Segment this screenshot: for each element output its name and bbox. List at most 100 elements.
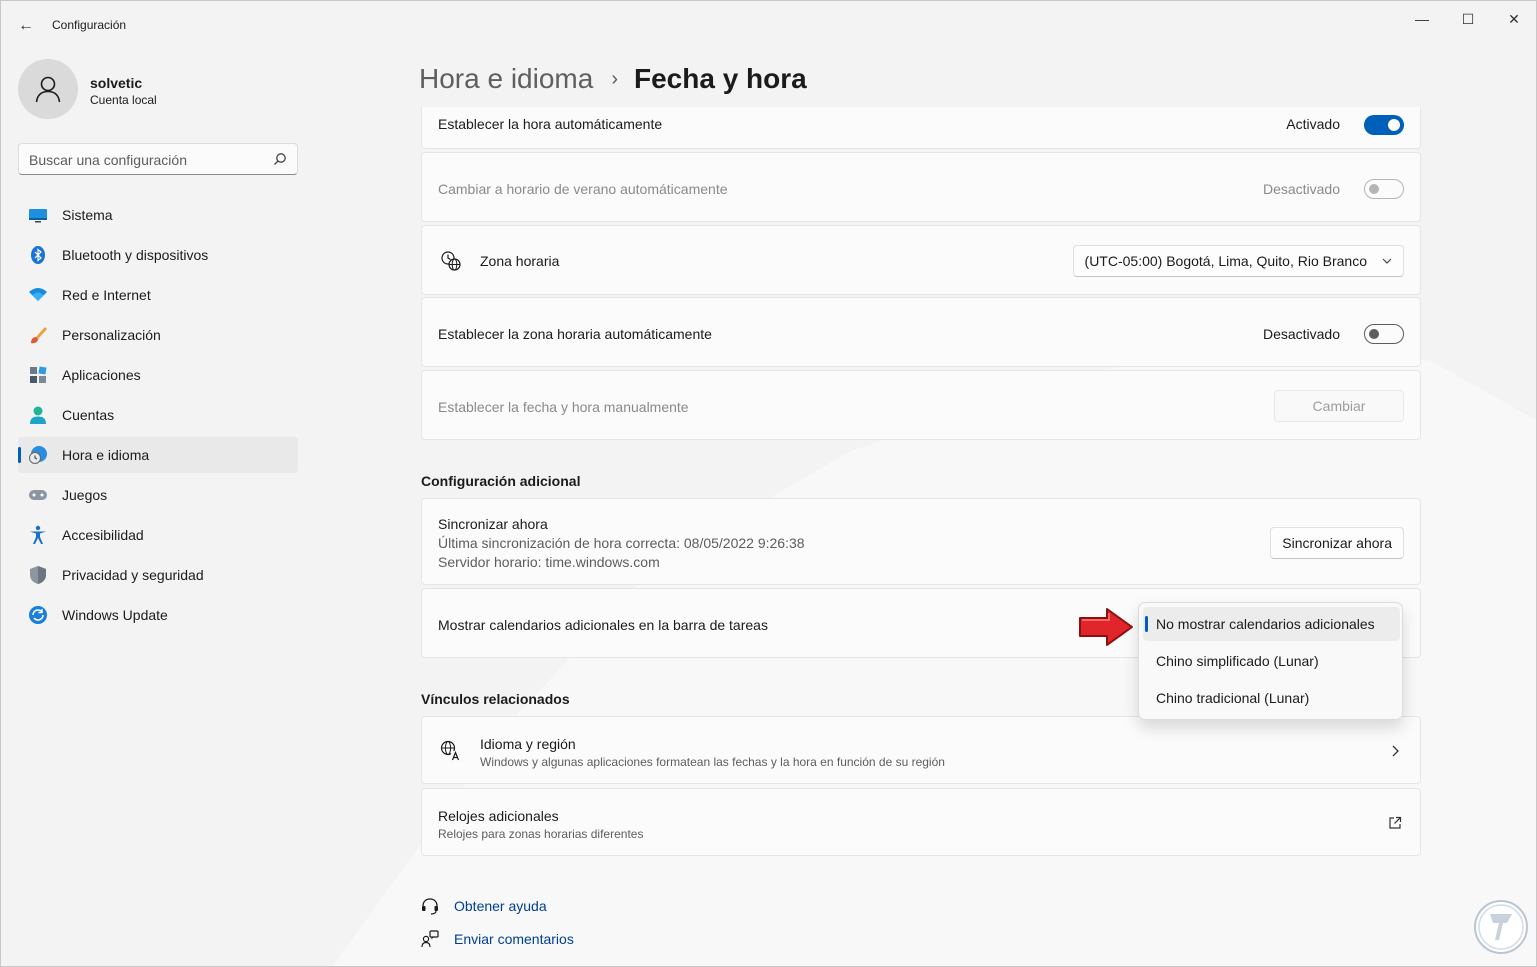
calendars-label: Mostrar calendarios adicionales en la ba… [438,617,768,633]
region-label: Idioma y región [480,736,576,752]
sync-label: Sincronizar ahora [438,516,548,532]
person-icon [28,405,48,425]
maximize-button[interactable]: ☐ [1445,7,1491,31]
back-button[interactable]: ← [13,13,39,39]
sidebar-item-personalizacion[interactable]: Personalización [18,317,298,353]
region-card[interactable]: Idioma y región Windows y algunas aplica… [421,716,1421,784]
update-icon [28,605,48,625]
shield-icon [28,565,48,585]
timezone-card: Zona horaria (UTC-05:00) Bogotá, Lima, Q… [421,225,1421,295]
timezone-icon [441,251,461,271]
sidebar-item-red[interactable]: Red e Internet [18,277,298,313]
red-arrow-icon [1079,608,1133,646]
auto-dst-label: Cambiar a horario de verano automáticame… [438,181,728,197]
search-box[interactable] [18,143,298,175]
auto-dst-toggle[interactable] [1364,179,1404,199]
wifi-icon [28,285,48,305]
minimize-button[interactable]: — [1399,7,1445,31]
additional-settings-heading: Configuración adicional [421,473,581,489]
timezone-value: (UTC-05:00) Bogotá, Lima, Quito, Rio Bra… [1084,253,1367,269]
sidebar-item-label: Bluetooth y dispositivos [62,247,209,263]
sidebar-item-label: Hora e idioma [62,447,150,463]
sidebar-item-cuentas[interactable]: Cuentas [18,397,298,433]
chevron-right-icon [1392,745,1399,757]
sidebar-item-hora-idioma[interactable]: Hora e idioma [18,437,298,473]
app-title: Configuración [52,18,127,32]
avatar[interactable] [18,59,78,119]
sidebar-item-label: Accesibilidad [62,527,144,543]
settings-content: Establecer la hora automáticamente Activ… [421,107,1421,966]
sidebar-item-sistema[interactable]: Sistema [18,197,298,233]
calendars-dropdown-menu[interactable]: No mostrar calendarios adicionales Chino… [1138,602,1403,720]
sidebar-item-aplicaciones[interactable]: Aplicaciones [18,357,298,393]
calendar-option-chinese-traditional[interactable]: Chino tradicional (Lunar) [1143,681,1400,715]
search-icon[interactable] [273,152,287,166]
sync-card: Sincronizar ahora Última sincronización … [421,498,1421,585]
feedback-icon [421,929,439,947]
region-description: Windows y algunas aplicaciones formatean… [480,755,945,769]
auto-time-toggle[interactable] [1364,115,1404,135]
sidebar-item-privacidad[interactable]: Privacidad y seguridad [18,557,298,593]
system-icon [28,205,48,225]
page-title: Fecha y hora [633,63,807,94]
auto-dst-state: Desactivado [1262,181,1340,197]
calendar-option-chinese-simplified[interactable]: Chino simplificado (Lunar) [1143,644,1400,678]
time-server-text: Servidor horario: time.windows.com [438,554,660,570]
person-icon [35,76,61,103]
get-help-row[interactable]: Obtener ayuda [421,889,574,922]
sidebar-item-label: Cuentas [62,407,115,423]
sidebar-item-label: Sistema [62,207,113,223]
close-button[interactable]: ✕ [1491,7,1536,31]
sidebar-item-windows-update[interactable]: Windows Update [18,597,298,633]
sidebar-item-bluetooth[interactable]: Bluetooth y dispositivos [18,237,298,273]
profile-account-type: Cuenta local [90,93,157,107]
apps-icon [28,365,48,385]
bluetooth-icon [28,245,48,265]
search-input[interactable] [29,152,259,168]
sidebar-item-juegos[interactable]: Juegos [18,477,298,513]
timezone-label: Zona horaria [480,253,560,269]
sidebar-nav: Sistema Bluetooth y dispositivos Red e I… [18,197,298,637]
sidebar-item-label: Privacidad y seguridad [62,567,204,583]
breadcrumb-parent-link[interactable]: Hora e idioma [419,63,593,95]
auto-timezone-card: Establecer la zona horaria automáticamen… [421,297,1421,367]
external-link-icon [1389,816,1402,829]
auto-timezone-label: Establecer la zona horaria automáticamen… [438,326,712,342]
auto-dst-card: Cambiar a horario de verano automáticame… [421,152,1421,222]
additional-clocks-card[interactable]: Relojes adicionales Relojes para zonas h… [421,788,1421,856]
title-bar: ← Configuración — ☐ ✕ [1,1,1536,49]
send-feedback-link[interactable]: Enviar comentarios [454,931,574,947]
profile-name: solvetic [90,75,143,91]
settings-window: ← Configuración — ☐ ✕ solvetic Cuenta lo… [0,0,1537,967]
brush-icon [28,325,48,345]
logo-icon [1474,900,1528,954]
auto-time-state: Activado [1286,116,1340,132]
manual-datetime-card: Establecer la fecha y hora manualmente C… [421,370,1421,440]
accessibility-icon [28,525,48,545]
manual-datetime-label: Establecer la fecha y hora manualmente [438,399,689,415]
help-icon [422,897,438,915]
sidebar-item-accesibilidad[interactable]: Accesibilidad [18,517,298,553]
additional-clocks-label: Relojes adicionales [438,808,559,824]
sidebar-item-label: Windows Update [62,607,168,623]
auto-time-card: Establecer la hora automáticamente Activ… [421,107,1421,149]
breadcrumb-chevron-icon: › [611,67,618,90]
auto-timezone-toggle[interactable] [1364,324,1404,344]
sidebar-item-label: Juegos [62,487,108,503]
sync-now-button[interactable]: Sincronizar ahora [1270,527,1404,559]
language-icon [440,740,461,761]
calendar-option-none[interactable]: No mostrar calendarios adicionales [1143,607,1400,641]
clock-globe-icon [28,445,48,465]
gamepad-icon [28,485,48,505]
get-help-link[interactable]: Obtener ayuda [454,898,547,914]
sidebar-item-label: Red e Internet [62,287,151,303]
auto-time-label: Establecer la hora automáticamente [438,116,663,132]
auto-timezone-state: Desactivado [1262,326,1340,342]
sidebar-item-label: Aplicaciones [62,367,141,383]
help-links: Obtener ayuda Enviar comentarios [421,889,574,955]
sidebar-item-label: Personalización [62,327,161,343]
feedback-row[interactable]: Enviar comentarios [421,922,574,955]
chevron-down-icon [1382,258,1392,264]
timezone-dropdown[interactable]: (UTC-05:00) Bogotá, Lima, Quito, Rio Bra… [1072,245,1404,277]
change-datetime-button[interactable]: Cambiar [1274,390,1404,422]
